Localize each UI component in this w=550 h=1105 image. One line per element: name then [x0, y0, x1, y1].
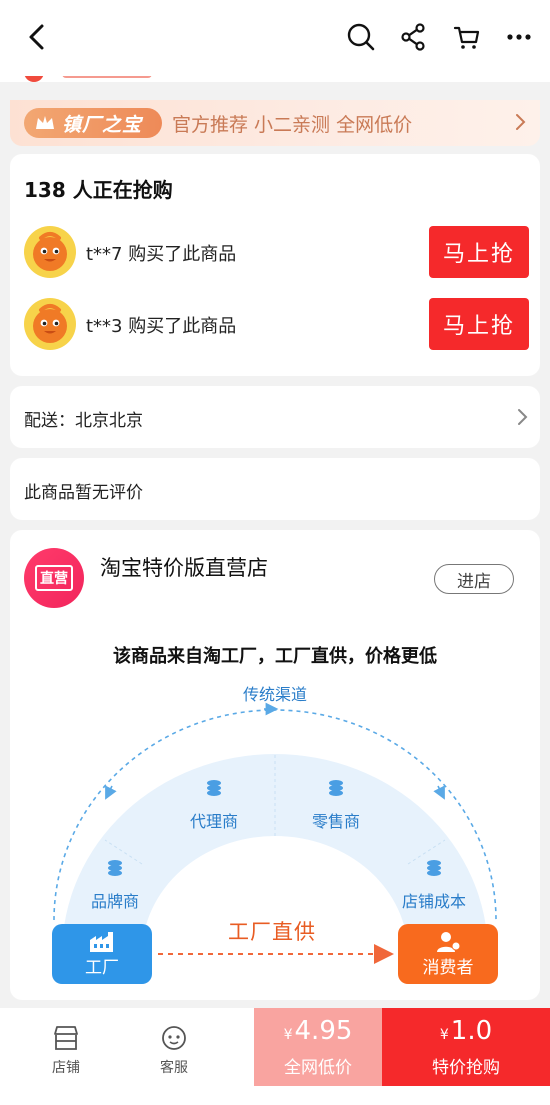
back-icon[interactable] — [20, 20, 54, 54]
node-brand: 品牌商 — [90, 892, 139, 911]
badge-label: 镇厂之宝 — [62, 113, 143, 136]
grab-now-button[interactable]: 马上抢 — [429, 298, 529, 350]
store-tab[interactable]: 店铺 — [16, 1008, 116, 1093]
promo-banner[interactable]: 镇厂之宝 官方推荐 小二亲测 全网低价 — [10, 100, 540, 146]
crown-icon — [36, 116, 54, 129]
search-icon[interactable] — [344, 20, 378, 54]
special-price-label: 特价抢购 — [432, 1057, 500, 1078]
review-label: 此商品暂无评价 — [24, 483, 143, 503]
enter-store-button[interactable]: 进店 — [434, 564, 514, 594]
store-logo[interactable]: 直营 — [24, 548, 84, 608]
chevron-right-icon — [516, 408, 528, 430]
node-retailer: 零售商 — [311, 812, 360, 831]
buyer-row: t**7 购买了此商品 马上抢 — [24, 226, 529, 278]
node-store-cost: 店铺成本 — [401, 892, 466, 911]
chevron-right-icon — [514, 113, 526, 135]
store-logo-text: 直营 — [35, 565, 73, 591]
consumer-label: 消费者 — [422, 957, 474, 978]
factory-icon — [90, 931, 113, 952]
buyers-card: 138 人正在抢购 t**7 购买了此商品 马上抢 t**3 购买了此商品 马上… — [10, 154, 540, 376]
factory-box: 工厂 — [52, 924, 152, 984]
factory-direct-label: 工厂直供 — [228, 920, 316, 944]
buyer-text: t**7 购买了此商品 — [86, 244, 237, 265]
consumer-box: 消费者 — [398, 924, 498, 984]
special-grab-button[interactable]: ¥1.0 特价抢购 — [382, 1008, 550, 1086]
consumer-icon — [437, 931, 461, 952]
service-tab[interactable]: 客服 — [124, 1008, 224, 1093]
node-agent: 代理商 — [189, 812, 238, 831]
factory-treasure-badge: 镇厂之宝 — [24, 108, 162, 138]
review-row[interactable]: 此商品暂无评价 — [10, 458, 540, 520]
service-icon — [162, 1025, 186, 1050]
buyer-row: t**3 购买了此商品 马上抢 — [24, 298, 529, 350]
low-price-amount: 4.95 — [294, 1015, 353, 1046]
mascot-avatar-icon — [24, 226, 76, 278]
special-price-amount: 1.0 — [450, 1015, 493, 1046]
factory-headline: 该商品来自淘工厂，工厂直供，价格更低 — [113, 646, 437, 667]
share-icon[interactable] — [396, 20, 430, 54]
low-price-button[interactable]: ¥4.95 全网低价 — [254, 1008, 382, 1086]
mascot-avatar-icon — [24, 298, 76, 350]
top-nav-bar — [0, 0, 550, 76]
factory-label: 工厂 — [85, 957, 119, 978]
promo-text: 官方推荐 小二亲测 全网低价 — [172, 114, 413, 136]
supply-chain-diagram: 传统渠道 品牌商 代理商 零售商 店铺成本 工厂 工厂直供 消费者 — [10, 670, 540, 1000]
grab-now-button[interactable]: 马上抢 — [429, 226, 529, 278]
service-tab-label: 客服 — [160, 1059, 188, 1076]
shipping-label: 配送：北京北京 — [24, 411, 143, 431]
currency-symbol: ¥ — [283, 1026, 293, 1043]
shipping-row[interactable]: 配送：北京北京 — [10, 386, 540, 448]
store-name[interactable]: 淘宝特价版直营店 — [100, 552, 268, 582]
buyer-text: t**3 购买了此商品 — [86, 316, 237, 337]
more-icon[interactable] — [502, 20, 536, 54]
low-price-label: 全网低价 — [284, 1057, 352, 1078]
store-tab-label: 店铺 — [52, 1059, 80, 1076]
cart-icon[interactable] — [450, 20, 484, 54]
buyers-headline: 138 人正在抢购 — [24, 178, 173, 202]
store-icon — [54, 1025, 78, 1050]
currency-symbol: ¥ — [439, 1026, 449, 1043]
traditional-channel-label: 传统渠道 — [242, 685, 307, 704]
bottom-action-bar: 店铺 客服 ¥4.95 全网低价 ¥1.0 特价抢购 — [0, 1008, 550, 1105]
store-card: 直营 淘宝特价版直营店 进店 该商品来自淘工厂，工厂直供，价格更低 传统渠道 品… — [10, 530, 540, 1000]
